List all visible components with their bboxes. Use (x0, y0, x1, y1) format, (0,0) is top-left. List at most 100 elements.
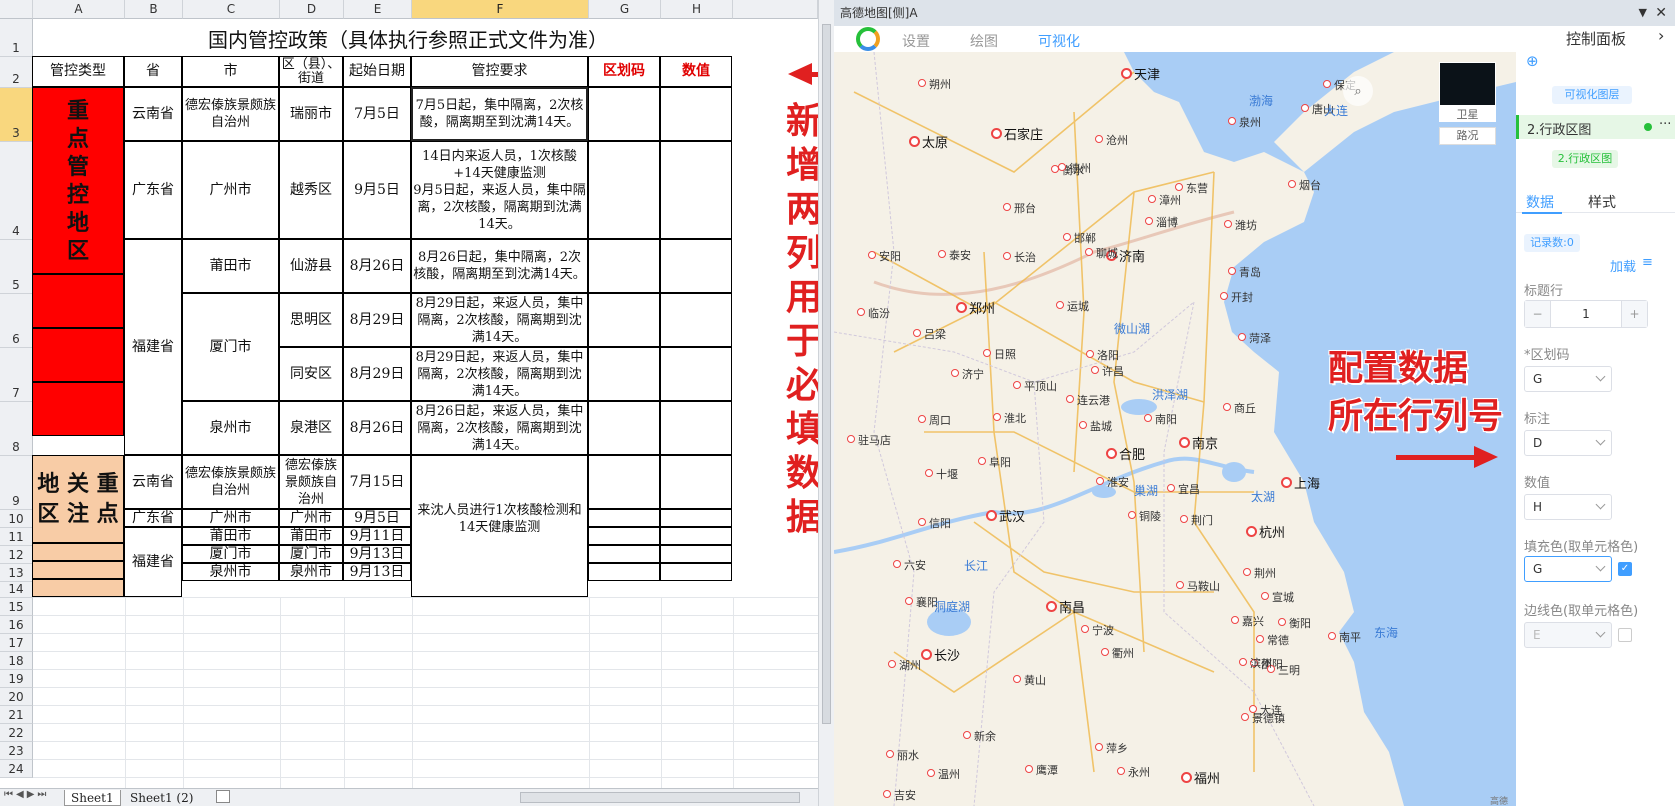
map-city[interactable]: 三明 (1267, 662, 1300, 678)
border-color-select[interactable]: E (1524, 622, 1612, 648)
map-city[interactable]: 泉州 (1228, 114, 1261, 130)
cell-region-code[interactable] (588, 527, 660, 545)
tab-visualize[interactable]: 可视化 (1038, 31, 1080, 51)
satellite-label[interactable]: 卫星 (1439, 106, 1496, 122)
map-city[interactable]: 信阳 (918, 515, 951, 531)
map-city[interactable]: 淮安 (1096, 474, 1129, 490)
col-header-g[interactable]: G (589, 0, 661, 19)
satellite-thumbnail[interactable] (1439, 62, 1496, 106)
cell-date[interactable]: 9月13日 (343, 563, 411, 581)
cell-date[interactable]: 9月11日 (343, 527, 411, 545)
col-header-c[interactable]: C (183, 0, 280, 19)
layer-list-item[interactable]: 2.行政区图 ··· (1516, 115, 1675, 139)
cell-district[interactable]: 思明区 (279, 293, 343, 347)
row-header[interactable]: 19 (0, 670, 33, 688)
map-city[interactable]: 宣城 (1261, 589, 1294, 605)
cell-city[interactable]: 厦门市 (182, 545, 279, 563)
cell-city[interactable]: 莆田市 (182, 527, 279, 545)
cell-value[interactable] (660, 527, 732, 545)
cell-date[interactable]: 9月13日 (343, 545, 411, 563)
map-city[interactable]: 丽水 (886, 747, 919, 763)
map-city-major[interactable]: 杭州 (1245, 522, 1285, 541)
map-city[interactable]: 德州 (1058, 160, 1091, 176)
map-city[interactable]: 开封 (1220, 289, 1253, 305)
map-city-major[interactable]: 济南 (1105, 246, 1145, 265)
cell-value[interactable] (660, 455, 732, 509)
map-city[interactable]: 宁波 (1081, 622, 1114, 638)
cell-district[interactable]: 厦门市 (279, 545, 343, 563)
region-code-select[interactable]: G (1524, 366, 1612, 392)
peach-fill-cell[interactable] (32, 543, 124, 561)
map-city[interactable]: 青岛 (1228, 264, 1261, 280)
cell-value[interactable] (660, 141, 732, 239)
cell-region-code[interactable] (588, 509, 660, 527)
map-city[interactable]: 荆门 (1180, 512, 1213, 528)
col-header-d[interactable]: D (280, 0, 344, 19)
cell-province[interactable]: 云南省 (124, 455, 182, 509)
map-city[interactable]: 驻马店 (847, 432, 891, 448)
map-city[interactable]: 东营 (1175, 180, 1208, 196)
cell-region-code[interactable] (588, 563, 660, 581)
cell-city[interactable]: 德宏傣族景颇族自治州 (182, 87, 279, 141)
header-type[interactable]: 管控类型 (32, 56, 124, 87)
map-city[interactable]: 新余 (963, 728, 996, 744)
cell-district[interactable]: 仙游县 (279, 239, 343, 293)
row-header[interactable]: 5 (0, 240, 33, 294)
map-city[interactable]: 周口 (918, 412, 951, 428)
row-header[interactable]: 16 (0, 616, 33, 634)
map-city[interactable]: 衡阳 (1278, 615, 1311, 631)
row-header[interactable]: 18 (0, 652, 33, 670)
map-city[interactable]: 嘉兴 (1231, 613, 1264, 629)
map-city[interactable]: 南阳 (1144, 411, 1177, 427)
row-header[interactable]: 2 (0, 57, 33, 88)
header-start-date[interactable]: 起始日期 (343, 56, 411, 87)
cell-region-code[interactable] (588, 401, 660, 455)
settings-sliders-icon[interactable]: ≡ (1642, 255, 1653, 270)
add-layer-icon[interactable]: ⊕ (1526, 52, 1539, 70)
map-city[interactable]: 泰安 (938, 247, 971, 263)
map-city-major[interactable]: 上海 (1280, 473, 1320, 492)
map-city[interactable]: 黄山 (1013, 672, 1046, 688)
cell-district[interactable]: 德宏傣族景颇族自治州 (279, 455, 343, 509)
map-city-major[interactable]: 福州 (1180, 768, 1220, 787)
layer-type-button[interactable]: 可视化图层 (1552, 86, 1632, 104)
row-header[interactable]: 24 (0, 760, 33, 778)
value-select[interactable]: H (1524, 494, 1612, 520)
cell-value[interactable] (660, 545, 732, 563)
cell-city[interactable]: 厦门市 (182, 293, 279, 401)
cell-city[interactable]: 泉州市 (182, 401, 279, 455)
label-select[interactable]: D (1524, 430, 1612, 456)
map-city[interactable]: 荆州 (1243, 565, 1276, 581)
fill-color-checkbox[interactable]: ✓ (1618, 562, 1632, 576)
map-city[interactable]: 邯郸 (1063, 230, 1096, 246)
load-button[interactable]: 加载 (1610, 256, 1636, 275)
col-header-h[interactable]: H (661, 0, 733, 19)
map-city-major[interactable]: 太原 (908, 132, 948, 151)
map-city[interactable]: 永州 (1117, 764, 1150, 780)
peach-fill-cell[interactable] (32, 579, 124, 597)
cell-region-code[interactable] (588, 87, 660, 141)
cell-region-code[interactable] (588, 293, 660, 347)
map-city[interactable]: 淄博 (1145, 214, 1178, 230)
map-city[interactable]: 温州 (927, 766, 960, 782)
map-city[interactable]: 烟台 (1288, 177, 1321, 193)
map-city[interactable]: 安阳 (868, 248, 901, 264)
title-row-stepper[interactable]: − 1 + (1524, 300, 1648, 328)
col-header-a[interactable]: A (33, 0, 125, 19)
cell-value[interactable] (660, 87, 732, 141)
header-province[interactable]: 省 (124, 56, 182, 87)
map-city[interactable]: 聊城 (1085, 245, 1118, 261)
col-header-i[interactable] (733, 0, 818, 19)
stepper-plus[interactable]: + (1621, 301, 1647, 327)
scroll-thumb[interactable] (822, 24, 831, 724)
cell-province[interactable]: 福建省 (124, 527, 182, 597)
cell-requirement-active[interactable]: 7月5日起，集中隔离，2次核酸，隔离期至到沈满14天。 (411, 87, 588, 141)
cell-province[interactable]: 福建省 (124, 239, 182, 455)
cell-date[interactable]: 8月26日 (343, 401, 411, 455)
map-city[interactable]: 平顶山 (1013, 378, 1057, 394)
map-city[interactable]: 沧州 (1095, 132, 1128, 148)
cell-value[interactable] (660, 563, 732, 581)
cell-date[interactable]: 7月15日 (343, 455, 411, 509)
cell-district[interactable]: 瑞丽市 (279, 87, 343, 141)
cell-value[interactable] (660, 239, 732, 293)
